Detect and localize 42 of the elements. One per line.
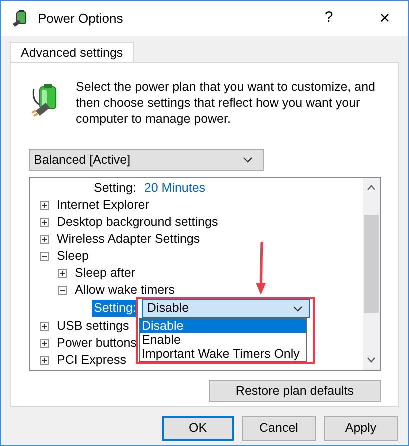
tree-item[interactable]: USB settings	[57, 317, 130, 336]
tree-item[interactable]: Sleep after	[75, 264, 136, 283]
description-text: Select the power plan that you want to customize, and then choose settings that reflect how you want your computer to manage power.	[76, 79, 376, 127]
setting-value[interactable]: 20 Minutes	[144, 179, 206, 198]
chevron-down-icon	[293, 306, 304, 312]
expand-icon[interactable]	[40, 322, 49, 331]
dropdown-option[interactable]: Disable	[140, 319, 306, 333]
setting-label[interactable]: Setting:	[92, 300, 138, 317]
scroll-down-icon[interactable]	[367, 357, 376, 363]
scrollbar[interactable]	[363, 178, 380, 370]
tree-item[interactable]: Allow wake timers	[75, 281, 176, 300]
expand-icon[interactable]	[40, 339, 49, 348]
restore-defaults-button[interactable]: Restore plan defaults	[209, 380, 381, 402]
collapse-icon[interactable]	[40, 252, 49, 261]
expand-icon[interactable]	[40, 356, 49, 365]
window-title: Power Options	[38, 10, 124, 28]
tree-item[interactable]: Power buttons	[57, 334, 137, 353]
expand-icon[interactable]	[40, 218, 49, 227]
tree-item[interactable]: Wireless Adapter Settings	[57, 230, 200, 249]
tree-item[interactable]: PCI Express	[57, 351, 126, 370]
expand-icon[interactable]	[40, 201, 49, 210]
tab[interactable]: Advanced settings	[10, 42, 134, 63]
scroll-up-icon[interactable]	[367, 185, 376, 191]
expand-icon[interactable]	[40, 235, 49, 244]
dropdown-option[interactable]: Important Wake Timers Only	[140, 347, 306, 361]
tree-item[interactable]: Sleep	[57, 247, 89, 266]
dropdown-option[interactable]: Enable	[140, 333, 306, 347]
dialog-button[interactable]: Apply	[324, 416, 398, 441]
close-button[interactable]: ×	[362, 5, 408, 32]
scrollbar-thumb[interactable]	[364, 215, 379, 313]
setting-dropdown[interactable]: Disable	[142, 299, 310, 318]
arrow-annotation	[255, 241, 267, 296]
plan-dropdown[interactable]: Balanced [Active]	[29, 149, 264, 171]
collapse-icon[interactable]	[58, 286, 67, 295]
help-button[interactable]: ?	[314, 7, 344, 30]
dialog-button[interactable]: Cancel	[242, 416, 316, 441]
setting-label[interactable]: Setting:	[92, 180, 138, 197]
chevron-down-icon	[243, 157, 253, 163]
dialog-button[interactable]: OK	[162, 416, 234, 441]
expand-icon[interactable]	[58, 269, 67, 278]
tree-item[interactable]: Desktop background settings	[57, 213, 218, 232]
tree-item[interactable]: Internet Explorer	[57, 196, 150, 215]
